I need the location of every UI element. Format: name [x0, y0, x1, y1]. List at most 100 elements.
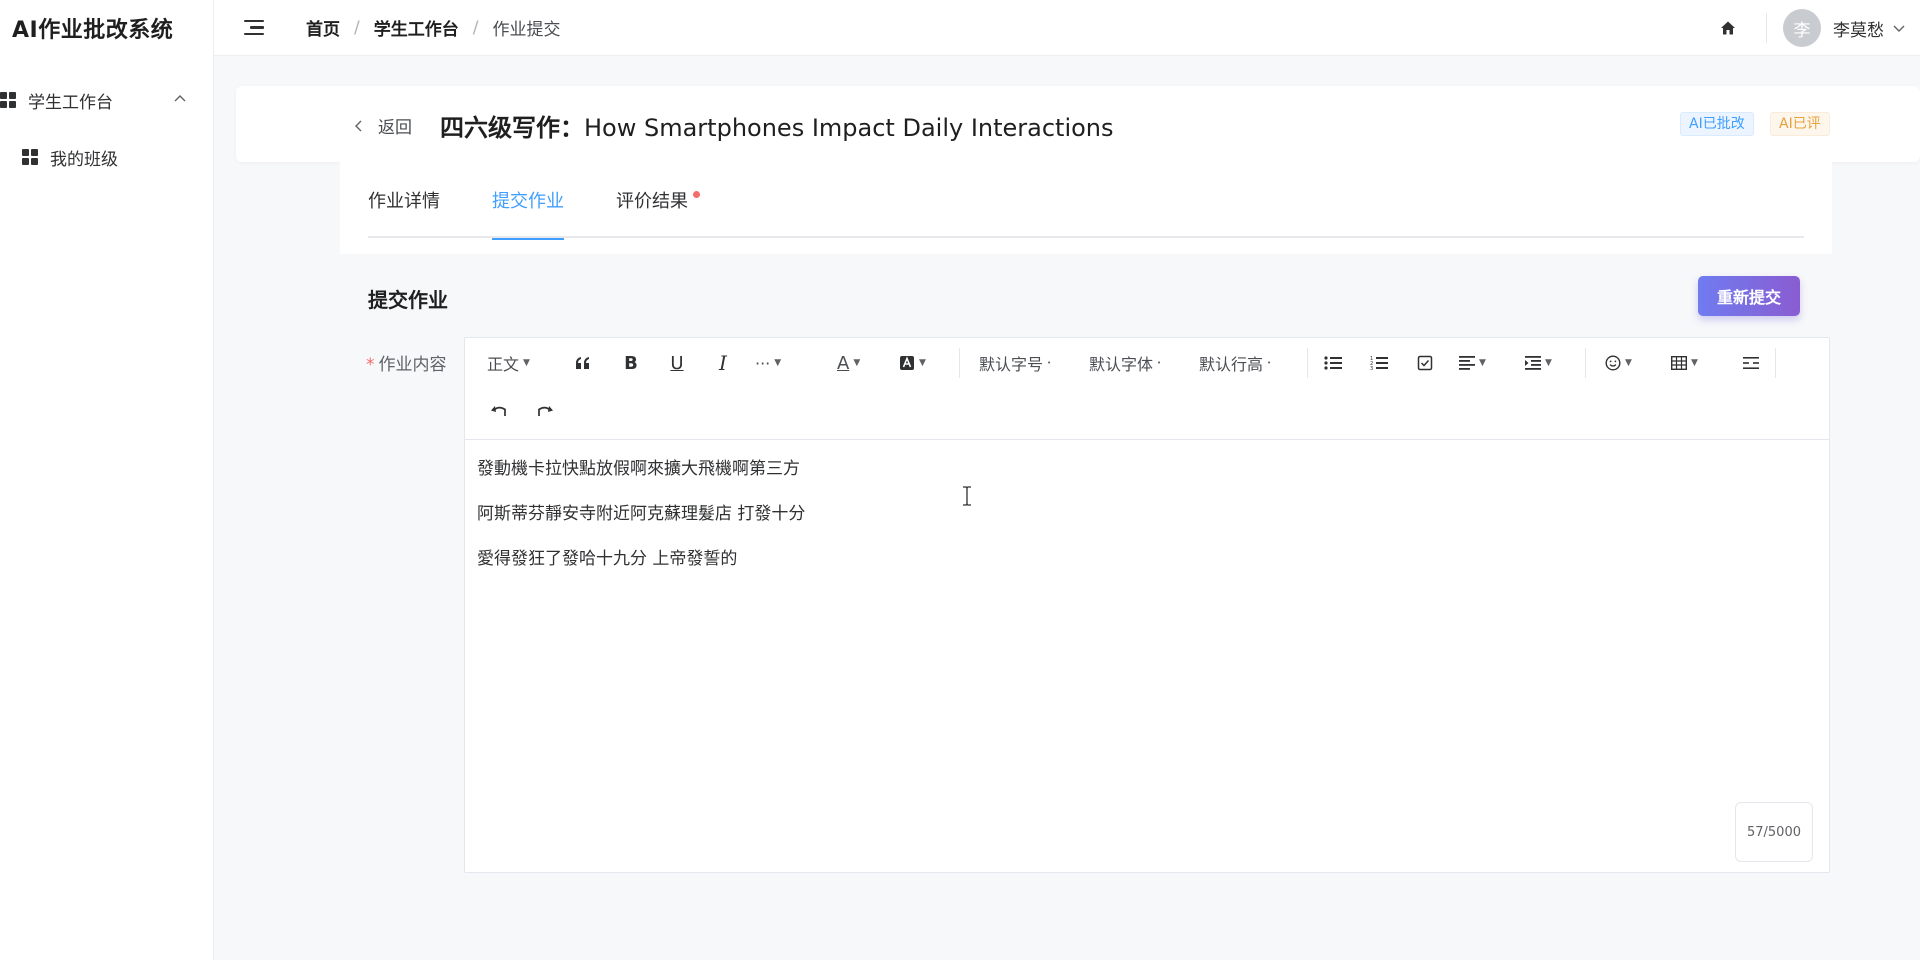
- font-family-label: 默认字体: [1089, 355, 1154, 374]
- font-color-icon: A: [837, 352, 850, 374]
- chevron-down-icon[interactable]: [1892, 21, 1906, 35]
- caret-down-icon: ▼: [523, 358, 530, 368]
- redo-button[interactable]: [531, 395, 559, 427]
- horizontal-rule-icon: [1743, 357, 1759, 369]
- table-button[interactable]: ▼: [1671, 347, 1698, 379]
- back-label: 返回: [378, 118, 412, 138]
- emoji-button[interactable]: ▼: [1605, 347, 1632, 379]
- bullet-list-icon: [1324, 356, 1342, 370]
- breadcrumb-separator: /: [354, 17, 360, 38]
- toolbar-divider: [1585, 348, 1586, 378]
- paragraph-style-select[interactable]: 正文 ▼: [487, 347, 530, 379]
- character-counter: 57/5000: [1735, 802, 1813, 862]
- align-left-icon: [1459, 356, 1475, 370]
- tabs-card: 作业详情 提交作业 评价结果: [340, 162, 1832, 254]
- more-icon: ···: [755, 353, 771, 373]
- align-button[interactable]: ▼: [1459, 347, 1486, 379]
- bold-button[interactable]: B: [617, 347, 645, 379]
- assignment-header: 返回 四六级写作：How Smartphones Impact Daily In…: [236, 86, 1920, 162]
- breadcrumb-home[interactable]: 首页: [306, 15, 340, 40]
- avatar[interactable]: 李: [1783, 9, 1821, 47]
- home-icon[interactable]: [1720, 20, 1736, 36]
- grid-icon: [0, 92, 16, 108]
- table-icon: [1671, 356, 1687, 370]
- tab-submit-assignment[interactable]: 提交作业: [492, 162, 564, 240]
- breadcrumb-current: 作业提交: [492, 20, 561, 40]
- user-name[interactable]: 李莫愁: [1833, 16, 1884, 41]
- font-size-label: 默认字号: [979, 355, 1044, 374]
- required-mark: *: [366, 355, 375, 375]
- caret-down-icon: •: [1267, 359, 1272, 367]
- sidebar-item-my-class[interactable]: 我的班级: [0, 132, 213, 182]
- caret-down-icon: ▼: [1625, 358, 1632, 368]
- quote-icon: [576, 357, 589, 369]
- sidebar: AI作业批改系统 学生工作台 我的班级: [0, 0, 214, 960]
- tab-assignment-details[interactable]: 作业详情: [368, 162, 440, 238]
- breadcrumb-workspace[interactable]: 学生工作台: [374, 15, 459, 40]
- toolbar-divider: [1307, 348, 1308, 378]
- content-paragraph: 愛得發狂了發哈十九分 上帝發誓的: [477, 549, 738, 569]
- underline-button[interactable]: U: [663, 347, 691, 379]
- menu-toggle-icon[interactable]: [244, 19, 266, 36]
- bullet-list-button[interactable]: [1319, 347, 1347, 379]
- caret-down-icon: •: [1047, 359, 1052, 367]
- section-title: 提交作业: [368, 288, 448, 312]
- tab-evaluation-results[interactable]: 评价结果: [616, 162, 700, 238]
- caret-down-icon: ▼: [1545, 358, 1552, 368]
- content-paragraph: 發動機卡拉快點放假啊來擴大飛機啊第三方: [477, 459, 800, 479]
- quote-button[interactable]: [569, 347, 597, 379]
- sidebar-item-label: 我的班级: [50, 149, 118, 170]
- caret-down-icon: •: [1157, 359, 1162, 367]
- font-size-select[interactable]: 默认字号 •: [979, 347, 1051, 379]
- line-height-label: 默认行高: [1199, 355, 1264, 374]
- divider-button[interactable]: [1737, 347, 1765, 379]
- content-paragraph: 阿斯蒂芬靜安寺附近阿克蘇理髮店 打發十分: [477, 504, 806, 524]
- editor-content[interactable]: 發動機卡拉快點放假啊來擴大飛機啊第三方 阿斯蒂芬靜安寺附近阿克蘇理髮店 打發十分…: [465, 440, 1829, 611]
- breadcrumb: 首页 / 学生工作台 / 作业提交: [306, 15, 561, 41]
- italic-button[interactable]: I: [709, 347, 737, 379]
- caret-down-icon: ▼: [919, 358, 926, 368]
- chevron-up-icon: [174, 95, 186, 102]
- toolbar-divider: [1775, 348, 1776, 378]
- title-prefix: 四六级写作：: [440, 114, 584, 142]
- editor-toolbar: 正文 ▼ B U I ··· ▼ A ▼ ▼ 默认字号 • 默认字体 • 默认行高 • 12…: [465, 338, 1829, 440]
- app-title: AI作业批改系统: [12, 18, 174, 43]
- topbar: 首页 / 学生工作台 / 作业提交 李 李莫愁: [214, 0, 1920, 56]
- numbered-list-button[interactable]: 123: [1365, 347, 1393, 379]
- caret-down-icon: ▼: [1691, 358, 1698, 368]
- text-cursor-icon: [963, 486, 971, 506]
- redo-icon: [538, 406, 553, 416]
- grid-icon: [22, 149, 38, 165]
- paragraph-style-label: 正文: [487, 355, 520, 374]
- notification-dot: [693, 191, 700, 198]
- font-family-select[interactable]: 默认字体 •: [1089, 347, 1161, 379]
- background-color-button[interactable]: ▼: [899, 347, 926, 379]
- caret-down-icon: ▼: [853, 358, 861, 368]
- rich-text-editor: 正文 ▼ B U I ··· ▼ A ▼ ▼ 默认字号 • 默认字体 • 默认行高 • 12…: [464, 337, 1830, 873]
- back-button[interactable]: 返回: [354, 113, 412, 138]
- indent-button[interactable]: ▼: [1525, 347, 1552, 379]
- status-badge-ai-graded: AI已批改: [1680, 112, 1754, 136]
- undo-icon: [491, 406, 506, 416]
- italic-icon: I: [719, 351, 727, 375]
- checkbox-icon: [1417, 355, 1433, 371]
- sidebar-group-student-workspace[interactable]: 学生工作台: [0, 76, 213, 124]
- caret-down-icon: ▼: [1479, 358, 1486, 368]
- more-format-button[interactable]: ··· ▼: [755, 347, 781, 379]
- undo-button[interactable]: [485, 395, 513, 427]
- todo-button[interactable]: [1411, 347, 1439, 379]
- tab-bar: 作业详情 提交作业 评价结果: [368, 162, 1804, 240]
- chevron-left-icon: [355, 120, 362, 131]
- font-color-button[interactable]: A ▼: [837, 347, 860, 379]
- toolbar-divider: [959, 348, 960, 378]
- resubmit-button[interactable]: 重新提交: [1698, 276, 1800, 316]
- line-height-select[interactable]: 默认行高 •: [1199, 347, 1271, 379]
- page-title: 四六级写作：How Smartphones Impact Daily Inter…: [440, 108, 1114, 143]
- content-field-label: * 作业内容: [366, 350, 447, 375]
- field-label-text: 作业内容: [378, 355, 447, 375]
- caret-down-icon: ▼: [774, 358, 782, 368]
- smiley-icon: [1605, 355, 1621, 371]
- indent-icon: [1525, 356, 1541, 370]
- svg-text:3: 3: [1370, 366, 1373, 371]
- highlight-icon: [900, 356, 914, 370]
